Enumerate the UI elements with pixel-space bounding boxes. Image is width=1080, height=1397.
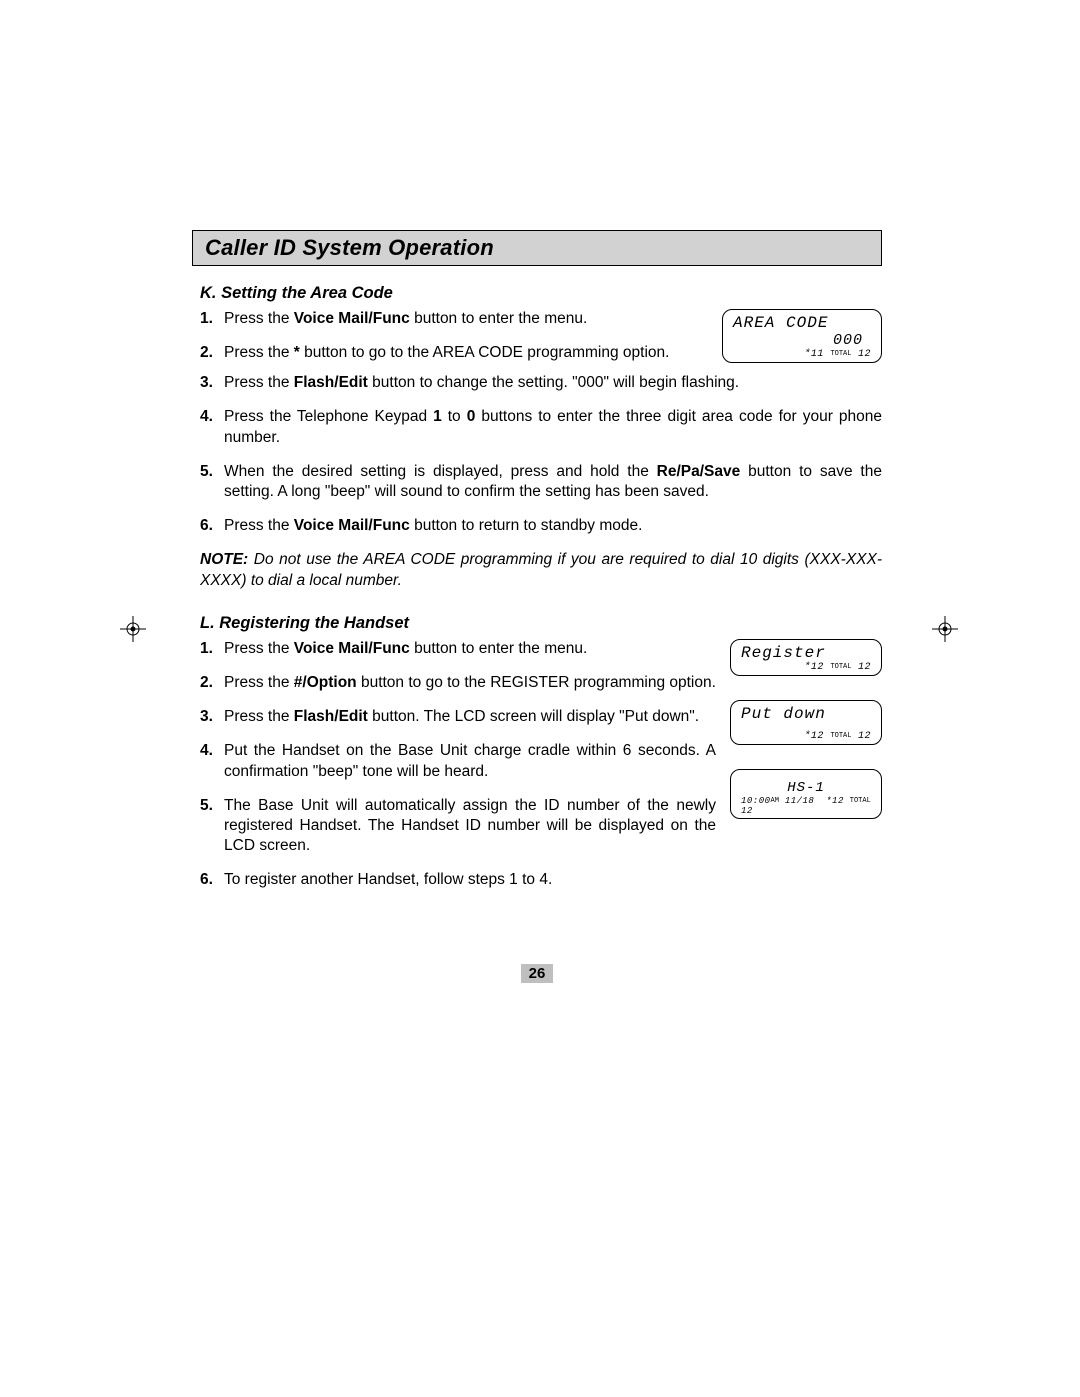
lcd-register: Register *12 TOTAL 12 bbox=[730, 639, 882, 676]
step-k2: 2. Press the * button to go to the AREA … bbox=[200, 343, 708, 363]
crop-mark-left bbox=[120, 616, 146, 642]
step-k4: 4. Press the Telephone Keypad 1 to 0 but… bbox=[200, 407, 882, 447]
section-title-bar: Caller ID System Operation bbox=[192, 230, 882, 266]
step-k1: 1. Press the Voice Mail/Func button to e… bbox=[200, 309, 708, 329]
step-l5: 5. The Base Unit will automatically assi… bbox=[200, 796, 716, 856]
subheading-k: K. Setting the Area Code bbox=[200, 284, 882, 303]
page-number-wrap: 26 bbox=[192, 964, 882, 983]
step-k5: 5. When the desired setting is displayed… bbox=[200, 462, 882, 502]
step-l6: 6. To register another Handset, follow s… bbox=[200, 870, 716, 890]
step-l1: 1. Press the Voice Mail/Func button to e… bbox=[200, 639, 716, 659]
lcd-hs1: HS-1 10:00AM 11/18 *12 TOTAL 12 bbox=[730, 769, 882, 819]
lcd-put-down: Put down *12 TOTAL 12 bbox=[730, 700, 882, 745]
crop-mark-right bbox=[932, 616, 958, 642]
page-number: 26 bbox=[521, 964, 554, 983]
section-title: Caller ID System Operation bbox=[205, 235, 494, 260]
step-l2: 2. Press the #/Option button to go to th… bbox=[200, 673, 716, 693]
step-l3: 3. Press the Flash/Edit button. The LCD … bbox=[200, 707, 716, 727]
lcd-area-code: AREA CODE 000 *11 TOTAL 12 bbox=[722, 309, 882, 363]
step-k6: 6. Press the Voice Mail/Func button to r… bbox=[200, 516, 882, 536]
note-k: NOTE: Do not use the AREA CODE programmi… bbox=[200, 550, 882, 592]
subheading-l: L. Registering the Handset bbox=[200, 614, 882, 633]
step-k3: 3. Press the Flash/Edit button to change… bbox=[200, 373, 882, 393]
page-content: Caller ID System Operation K. Setting th… bbox=[192, 230, 882, 983]
step-l4: 4. Put the Handset on the Base Unit char… bbox=[200, 741, 716, 781]
